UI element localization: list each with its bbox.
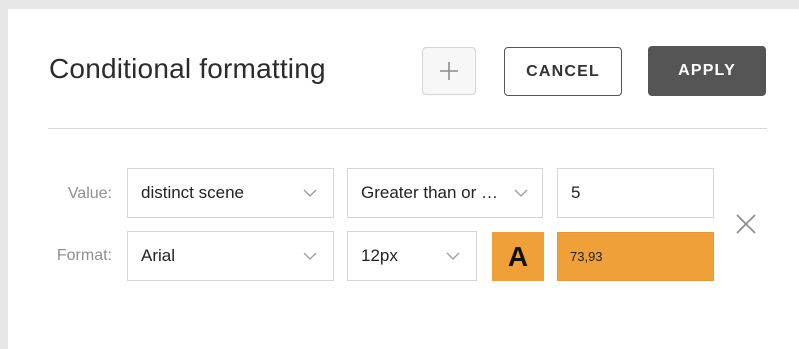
- column-select-value: distinct scene: [141, 183, 244, 202]
- font-size-value: 12px: [361, 246, 398, 265]
- header-divider: [48, 128, 767, 129]
- close-icon[interactable]: [735, 213, 757, 235]
- operator-select[interactable]: Greater than or …: [347, 168, 543, 218]
- font-family-value: Arial: [141, 246, 176, 265]
- add-rule-button[interactable]: [422, 47, 476, 95]
- conditional-formatting-dialog: Conditional formatting CANCEL APPLY Valu…: [8, 9, 799, 349]
- plus-icon: [440, 62, 458, 80]
- text-color-button[interactable]: A: [492, 232, 544, 281]
- background-color-value: 73,93: [570, 249, 603, 264]
- font-family-select[interactable]: Arial: [127, 231, 334, 281]
- format-label: Format:: [56, 247, 112, 264]
- apply-button[interactable]: APPLY: [648, 46, 766, 96]
- chevron-down-icon: [446, 252, 460, 260]
- value-label: Value:: [67, 185, 112, 202]
- operator-select-value: Greater than or …: [361, 183, 499, 202]
- font-size-select[interactable]: 12px: [347, 231, 477, 281]
- threshold-value: 5: [571, 183, 581, 202]
- dialog-title: Conditional formatting: [49, 53, 326, 84]
- chevron-down-icon: [514, 189, 528, 197]
- threshold-input[interactable]: 5: [557, 168, 714, 218]
- chevron-down-icon: [303, 252, 317, 260]
- background-color-field[interactable]: 73,93: [557, 232, 714, 281]
- chevron-down-icon: [303, 189, 317, 197]
- column-select[interactable]: distinct scene: [127, 168, 334, 218]
- cancel-button[interactable]: CANCEL: [504, 47, 622, 96]
